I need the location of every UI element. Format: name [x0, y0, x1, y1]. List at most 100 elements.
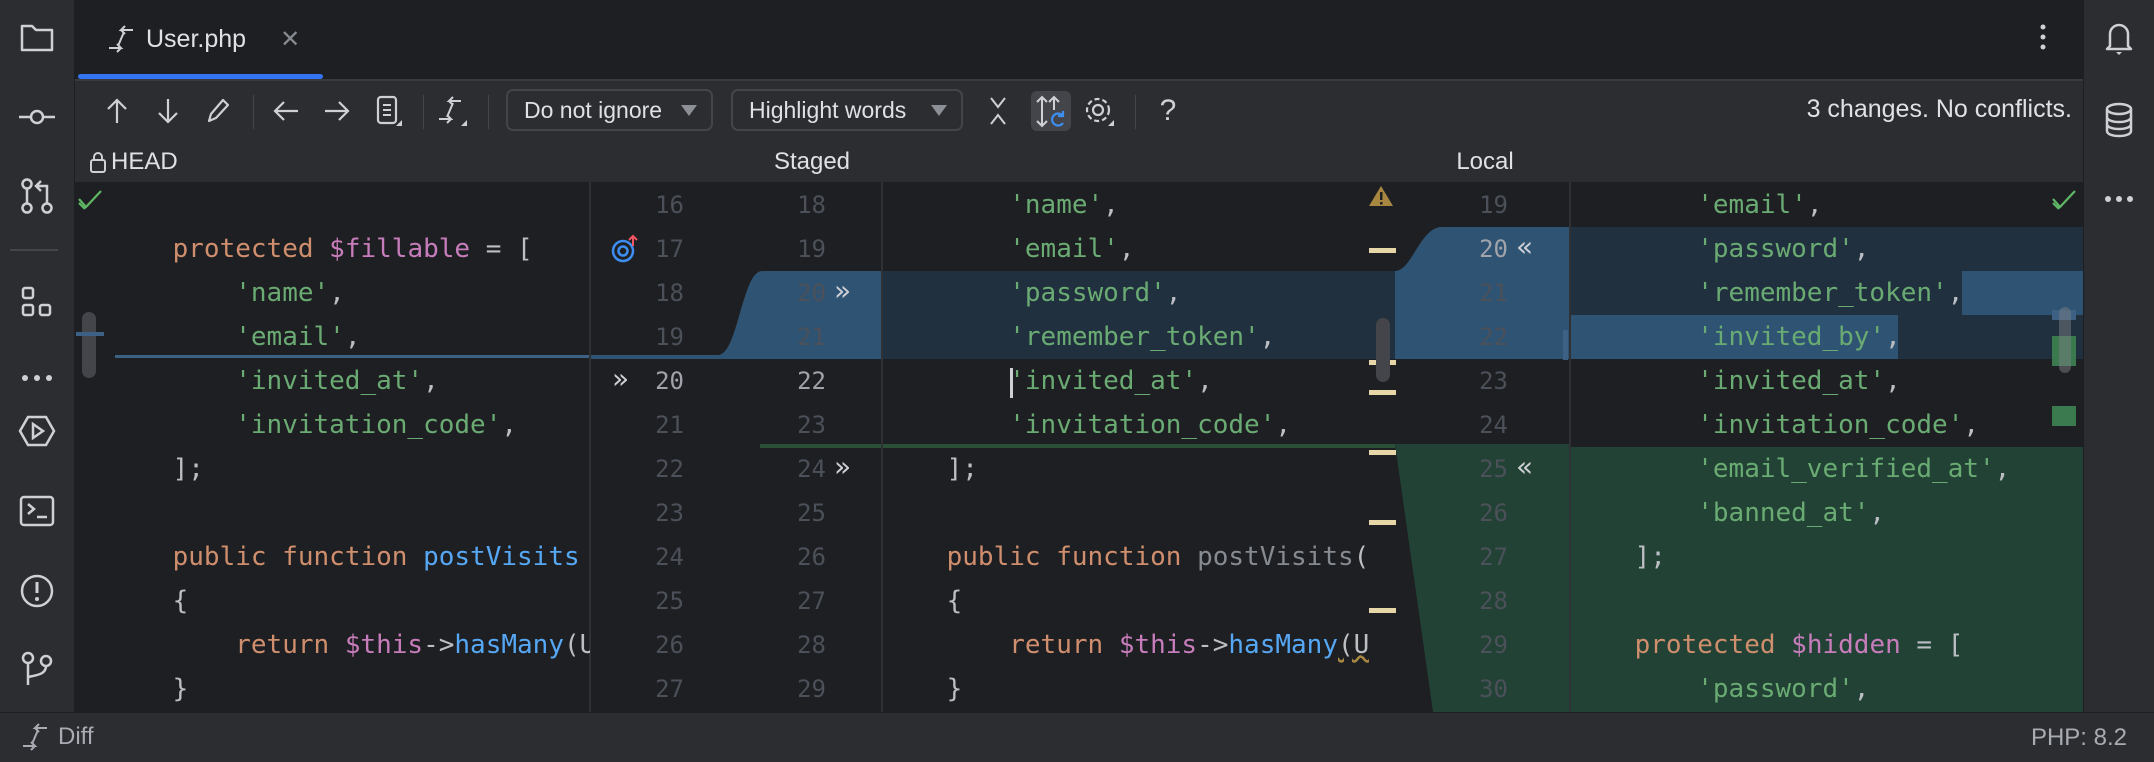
line-number: 22	[797, 367, 826, 395]
no-problems-check-icon	[76, 188, 104, 210]
local-header: Local	[1456, 148, 1514, 175]
status-diff-label: Diff	[58, 723, 94, 750]
chevron-down-icon	[931, 104, 947, 116]
line-number: 25	[797, 499, 826, 527]
line-number: 23	[1479, 367, 1508, 395]
warning-stripe	[1369, 390, 1396, 395]
line-number: 26	[797, 543, 826, 571]
sync-scroll-toggle[interactable]	[1031, 90, 1071, 131]
change-marker	[76, 332, 104, 336]
line-number: 19	[797, 235, 826, 263]
next-file-button[interactable]	[317, 91, 357, 131]
line-number: 27	[797, 587, 826, 615]
line-number: 26	[655, 631, 684, 659]
dropdown-value: Highlight words	[749, 96, 907, 123]
line-number: 28	[1479, 587, 1508, 615]
line-number: 19	[655, 323, 684, 351]
diff-status-text: 3 changes. No conflicts.	[1806, 95, 2072, 123]
previous-file-button[interactable]	[266, 91, 306, 131]
collapse-unchanged-button[interactable]	[978, 91, 1018, 131]
target-with-arrow-icon[interactable]	[611, 234, 641, 264]
line-number: 24	[655, 543, 684, 571]
line-number: 25	[655, 587, 684, 615]
dropdown-value: Do not ignore	[524, 96, 663, 123]
line-number: 21	[797, 323, 826, 351]
file-list-button[interactable]	[369, 91, 409, 131]
line-number: 27	[1479, 543, 1508, 571]
warning-stripe	[1369, 248, 1396, 253]
line-number: 22	[655, 455, 684, 483]
apply-change-arrow-icon[interactable]: »	[612, 357, 629, 401]
notifications-bell-icon[interactable]	[2099, 18, 2139, 58]
warning-stripe	[1369, 608, 1396, 613]
move-to-staged-arrow-icon[interactable]: »	[834, 269, 851, 313]
tab-user-php[interactable]: User.php ✕	[78, 0, 323, 78]
toolbar-separator	[1135, 95, 1136, 129]
settings-gear-icon[interactable]	[1079, 91, 1119, 131]
commit-icon[interactable]	[17, 97, 57, 137]
diff-breadcrumb[interactable]: Diff	[20, 722, 94, 752]
project-folder-icon[interactable]	[17, 17, 57, 57]
whitespace-ignore-dropdown[interactable]: Do not ignore	[506, 89, 713, 131]
diff-column-headers: HEAD Staged Local	[75, 140, 2083, 182]
line-number: 29	[1479, 631, 1508, 659]
lock-icon	[89, 150, 107, 174]
kebab-menu-icon[interactable]	[2037, 20, 2049, 56]
chevron-down-icon	[681, 104, 697, 116]
diff-icon	[106, 24, 136, 54]
line-number: 18	[797, 191, 826, 219]
line-number: 25	[1479, 455, 1508, 483]
highlight-mode-dropdown[interactable]: Highlight words	[731, 89, 963, 131]
edit-source-button[interactable]	[198, 91, 238, 131]
head-label: HEAD	[111, 148, 178, 175]
line-number: 16	[655, 191, 684, 219]
line-number: 21	[655, 411, 684, 439]
line-number: 21	[1479, 279, 1508, 307]
tab-title: User.php	[146, 24, 247, 53]
left-scrollbar-thumb[interactable]	[82, 312, 96, 378]
warning-icon[interactable]	[1368, 184, 1394, 208]
help-button[interactable]: ?	[1148, 91, 1188, 131]
line-number: 18	[655, 279, 684, 307]
local-scrollbar-thumb[interactable]	[2059, 307, 2071, 373]
line-number: 23	[797, 411, 826, 439]
php-version[interactable]: PHP: 8.2	[2031, 724, 2127, 752]
previous-difference-button[interactable]	[97, 91, 137, 131]
line-number: 27	[655, 675, 684, 703]
line-number: 22	[1479, 323, 1508, 351]
line-number: 23	[655, 499, 684, 527]
staged-header: Staged	[773, 148, 851, 175]
line-number: 20	[797, 279, 826, 307]
line-number: 28	[797, 631, 826, 659]
warning-stripe	[1369, 450, 1396, 455]
diff-icon	[20, 722, 50, 752]
minimap-added-marker	[2052, 406, 2076, 426]
move-to-staged-arrow-icon[interactable]: »	[834, 445, 851, 489]
head-header: HEAD	[89, 148, 178, 176]
status-bar: Diff PHP: 8.2	[0, 712, 2154, 762]
text-caret	[1010, 368, 1013, 398]
line-number: 19	[1479, 191, 1508, 219]
caret-line-marker	[1563, 330, 1568, 360]
line-number: 26	[1479, 499, 1508, 527]
diff-toolbar: Do not ignore Highlight words ? 3 change…	[75, 79, 2083, 140]
no-problems-check-icon	[2050, 188, 2078, 210]
revert-change-arrow-icon[interactable]: «	[1516, 225, 1533, 269]
line-number-gutters: 16 17 18 19 20 21 22 23 24 25 26 27 18 19 20 21 22 23 24 25…	[0, 183, 2154, 712]
line-number: 24	[797, 455, 826, 483]
database-icon[interactable]	[2099, 100, 2139, 140]
line-number: 29	[797, 675, 826, 703]
toolbar-separator	[423, 95, 424, 129]
revert-change-arrow-icon[interactable]: «	[1516, 445, 1533, 489]
line-number: 20	[655, 367, 684, 395]
line-number: 30	[1479, 675, 1508, 703]
apply-changes-button[interactable]	[433, 91, 473, 131]
toolbar-separator	[488, 95, 489, 129]
next-difference-button[interactable]	[148, 91, 188, 131]
line-number: 20	[1479, 235, 1508, 263]
tab-close-icon[interactable]: ✕	[280, 25, 300, 54]
editor-tab-bar: User.php ✕	[75, 0, 2083, 79]
staged-scrollbar-thumb[interactable]	[1376, 318, 1390, 382]
line-number: 24	[1479, 411, 1508, 439]
warning-stripe	[1369, 520, 1396, 525]
